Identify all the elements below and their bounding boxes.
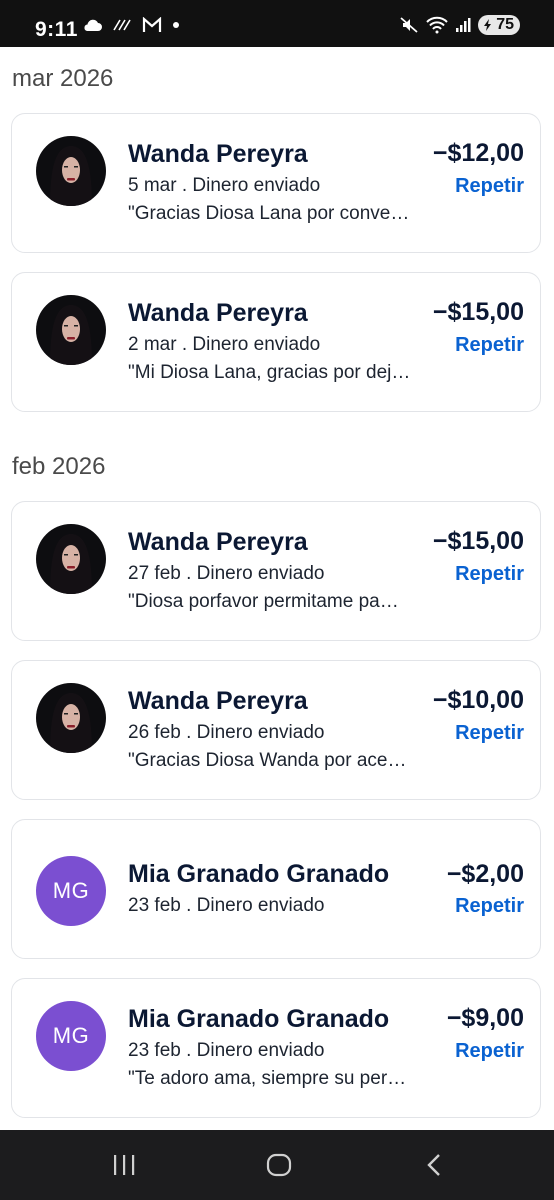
- avatar: [36, 295, 106, 365]
- transaction-date-type: 2 mar . Dinero enviado: [128, 334, 321, 355]
- transaction-note: "Mi Diosa Lana, gracias por dej…: [128, 362, 411, 383]
- no-wifi-calling-icon: [112, 18, 132, 32]
- transaction-amount: −$10,00: [432, 686, 524, 714]
- battery-level: 75: [496, 16, 514, 33]
- repeat-button[interactable]: Repetir: [455, 895, 524, 918]
- navigation-bar: [0, 1130, 554, 1200]
- month-header: mar 2026: [12, 65, 114, 92]
- transaction-date-type: 5 mar . Dinero enviado: [128, 175, 321, 196]
- repeat-button[interactable]: Repetir: [455, 175, 524, 198]
- activity-list[interactable]: mar 2026 Wanda Pereyra −$12,00 5 mar . D…: [0, 47, 554, 1130]
- signal-icon: [455, 17, 471, 33]
- mute-icon: [399, 16, 419, 34]
- transaction-note: "Gracias Diosa Lana por conve…: [128, 203, 410, 224]
- avatar: [36, 524, 106, 594]
- recipient-name: Mia Granado Granado: [128, 1005, 390, 1033]
- status-time: 9:11: [35, 18, 78, 41]
- repeat-button[interactable]: Repetir: [455, 1040, 524, 1063]
- cloud-icon: [82, 18, 102, 32]
- transaction-card[interactable]: Wanda Pereyra −$10,00 26 feb . Dinero en…: [11, 660, 541, 800]
- avatar: [36, 136, 106, 206]
- transaction-date-type: 23 feb . Dinero enviado: [128, 895, 325, 916]
- transaction-amount: −$15,00: [432, 298, 524, 326]
- transaction-note: "Diosa porfavor permitame pa…: [128, 591, 399, 612]
- recipient-name: Wanda Pereyra: [128, 687, 308, 715]
- home-icon[interactable]: [259, 1150, 299, 1180]
- transaction-card[interactable]: Wanda Pereyra −$15,00 2 mar . Dinero env…: [11, 272, 541, 412]
- back-icon[interactable]: [414, 1150, 454, 1180]
- wifi-icon: [426, 16, 448, 34]
- transaction-amount: −$9,00: [446, 1004, 524, 1032]
- transaction-note: "Gracias Diosa Wanda por ace…: [128, 750, 407, 771]
- transaction-amount: −$12,00: [432, 139, 524, 167]
- transaction-amount: −$15,00: [432, 527, 524, 555]
- avatar: MG: [36, 856, 106, 926]
- recipient-name: Wanda Pereyra: [128, 528, 308, 556]
- recipient-name: Wanda Pereyra: [128, 140, 308, 168]
- avatar: MG: [36, 1001, 106, 1071]
- month-header: feb 2026: [12, 453, 106, 480]
- battery-indicator: 75: [478, 15, 520, 35]
- repeat-button[interactable]: Repetir: [455, 334, 524, 357]
- charging-icon: [484, 19, 492, 31]
- repeat-button[interactable]: Repetir: [455, 722, 524, 745]
- recipient-name: Wanda Pereyra: [128, 299, 308, 327]
- status-left-icons: [82, 17, 180, 33]
- gmail-icon: [142, 17, 162, 33]
- repeat-button[interactable]: Repetir: [455, 563, 524, 586]
- transaction-note: "Te adoro ama, siempre su per…: [128, 1068, 407, 1089]
- status-right-icons: 75: [399, 15, 520, 35]
- transaction-card[interactable]: MG Mia Granado Granado −$2,00 23 feb . D…: [11, 819, 541, 959]
- transaction-date-type: 26 feb . Dinero enviado: [128, 722, 325, 743]
- transaction-card[interactable]: Wanda Pereyra −$12,00 5 mar . Dinero env…: [11, 113, 541, 253]
- recent-apps-icon[interactable]: [104, 1150, 144, 1180]
- transaction-card[interactable]: MG Mia Granado Granado −$9,00 23 feb . D…: [11, 978, 541, 1118]
- recipient-name: Mia Granado Granado: [128, 860, 390, 888]
- status-bar: 9:11 75: [0, 0, 554, 47]
- transaction-card[interactable]: Wanda Pereyra −$15,00 27 feb . Dinero en…: [11, 501, 541, 641]
- transaction-date-type: 27 feb . Dinero enviado: [128, 563, 325, 584]
- avatar: [36, 683, 106, 753]
- transaction-amount: −$2,00: [446, 860, 524, 888]
- transaction-date-type: 23 feb . Dinero enviado: [128, 1040, 325, 1061]
- notification-dot-icon: [172, 21, 180, 29]
